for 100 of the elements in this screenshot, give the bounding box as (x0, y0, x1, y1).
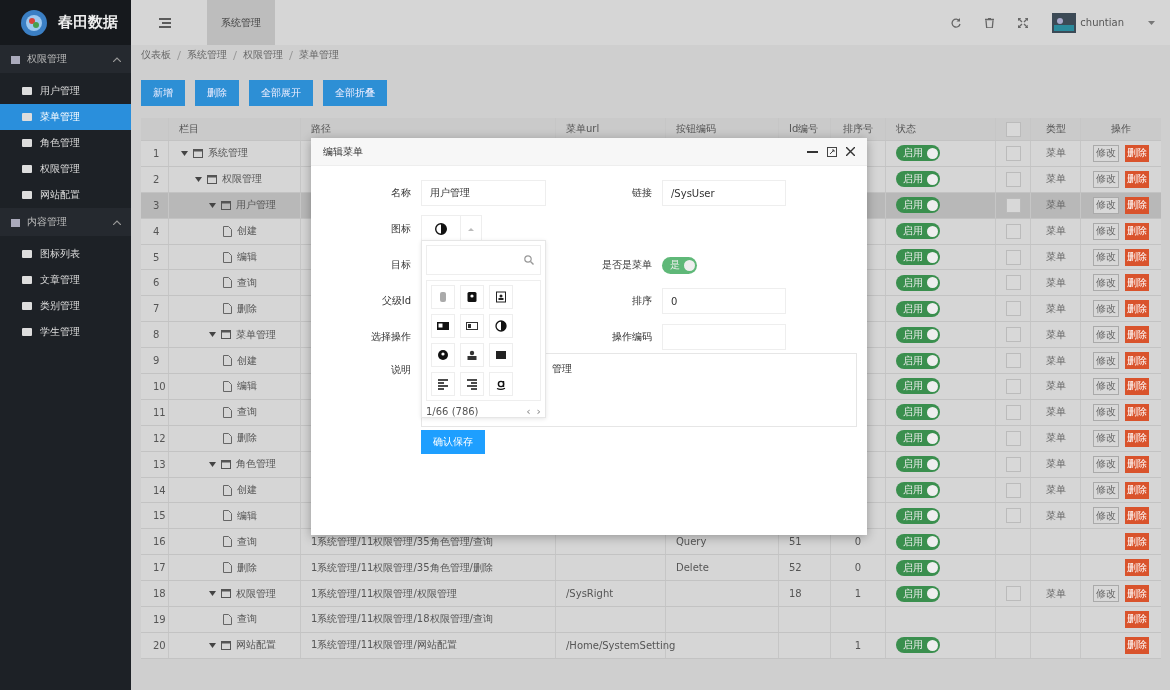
expand-caret-icon[interactable] (209, 202, 216, 208)
row-checkbox[interactable] (1005, 223, 1021, 239)
status-toggle[interactable]: 启用 (896, 326, 940, 343)
edit-button[interactable]: 修改 (1093, 377, 1119, 395)
refresh-icon[interactable] (951, 17, 962, 28)
table-row[interactable]: 20 网站配置 1系统管理/11权限管理/网站配置 /Home/SystemSetting 1 启用 删除 (141, 632, 1161, 659)
delete-button[interactable]: 删除 (1125, 170, 1149, 188)
edit-button[interactable]: 修改 (1093, 429, 1119, 447)
delete-button[interactable]: 删除 (1125, 636, 1149, 654)
status-toggle[interactable]: 启用 (896, 482, 940, 498)
row-checkbox[interactable] (1005, 353, 1021, 369)
row-checkbox[interactable] (1005, 378, 1021, 394)
previous-page-link[interactable]: ‹ (526, 404, 531, 418)
menu-icon[interactable] (159, 17, 171, 28)
delete-button[interactable]: 删除 (1125, 326, 1149, 344)
toolbar-button[interactable]: 全部展开 (249, 80, 313, 106)
status-toggle[interactable]: 启用 (896, 404, 940, 421)
maximize-icon[interactable] (827, 146, 837, 157)
expand-caret-icon[interactable] (209, 461, 216, 467)
delete-button[interactable]: 删除 (1125, 248, 1149, 266)
sidebar-item[interactable]: 文章管理 (0, 267, 131, 293)
caret-icon[interactable] (1148, 20, 1155, 25)
trash-icon[interactable] (985, 17, 995, 28)
edit-button[interactable]: 修改 (1093, 585, 1119, 603)
row-checkbox[interactable] (1005, 404, 1021, 420)
breadcrumb-link[interactable]: 菜单管理 (299, 48, 339, 62)
delete-button[interactable]: 删除 (1125, 610, 1149, 628)
delete-button[interactable]: 删除 (1125, 274, 1149, 292)
icon-option[interactable] (460, 285, 484, 309)
expand-caret-icon[interactable] (181, 150, 188, 156)
sidebar-item[interactable]: 网站配置 (0, 182, 131, 208)
edit-button[interactable]: 修改 (1093, 403, 1119, 421)
delete-button[interactable]: 删除 (1125, 507, 1149, 525)
edit-button[interactable]: 修改 (1093, 352, 1119, 370)
sidebar-group[interactable]: 内容管理 (0, 208, 131, 236)
icon-option[interactable] (431, 372, 455, 396)
icon-option[interactable] (460, 314, 484, 338)
toolbar-button[interactable]: 全部折叠 (323, 80, 387, 106)
sidebar-item[interactable]: 类别管理 (0, 293, 131, 319)
row-checkbox[interactable] (1005, 586, 1021, 602)
delete-button[interactable]: 删除 (1125, 559, 1149, 577)
row-checkbox[interactable] (1005, 275, 1021, 291)
status-toggle[interactable]: 启用 (896, 274, 940, 291)
status-toggle[interactable]: 启用 (896, 145, 940, 162)
status-toggle[interactable]: 启用 (896, 352, 940, 369)
row-checkbox[interactable] (1005, 456, 1021, 472)
table-row[interactable]: 17 删除 1系统管理/11权限管理/35角色管理/删除 Delete 52 0 启用 删除 (141, 555, 1161, 582)
menu-toggle[interactable]: 是 (662, 256, 697, 274)
status-toggle[interactable]: 启用 (896, 223, 940, 240)
icon-option[interactable] (460, 372, 484, 396)
expand-caret-icon[interactable] (209, 642, 216, 648)
status-toggle[interactable]: 启用 (896, 171, 940, 188)
status-toggle[interactable]: 启用 (896, 585, 940, 602)
row-checkbox[interactable] (1005, 327, 1021, 343)
close-icon[interactable] (846, 147, 855, 156)
table-row[interactable]: 18 权限管理 1系统管理/11权限管理/权限管理 /SysRight 18 1 启用 菜单 修改 删除 (141, 581, 1161, 608)
fullscreen-icon[interactable] (1018, 17, 1029, 28)
status-toggle[interactable]: 启用 (896, 559, 940, 576)
icon-option[interactable] (489, 343, 513, 367)
expand-caret-icon[interactable] (209, 332, 216, 338)
sidebar-item[interactable]: 图标列表 (0, 241, 131, 267)
icon-option[interactable] (489, 314, 513, 338)
row-checkbox[interactable] (1005, 145, 1021, 161)
status-toggle[interactable]: 启用 (896, 533, 940, 550)
sidebar-item[interactable]: 用户管理 (0, 78, 131, 104)
row-checkbox[interactable] (1005, 171, 1021, 187)
select-all-checkbox[interactable] (1005, 121, 1021, 137)
breadcrumb-link[interactable]: 系统管理 (187, 48, 227, 62)
edit-button[interactable]: 修改 (1093, 455, 1119, 473)
row-checkbox[interactable] (1005, 249, 1021, 265)
status-toggle[interactable]: 启用 (896, 456, 940, 473)
link-field[interactable]: /SysUser (662, 180, 786, 206)
delete-button[interactable]: 删除 (1125, 481, 1149, 499)
icon-option[interactable] (431, 314, 455, 338)
delete-button[interactable]: 删除 (1125, 403, 1149, 421)
sort-field[interactable]: 0 (662, 288, 786, 314)
icon-option[interactable] (460, 343, 484, 367)
status-toggle[interactable]: 启用 (896, 507, 940, 524)
edit-button[interactable]: 修改 (1093, 170, 1119, 188)
name-field[interactable]: 用户管理 (421, 180, 546, 206)
icon-option[interactable] (489, 372, 513, 396)
next-page-link[interactable]: › (536, 404, 541, 418)
delete-button[interactable]: 删除 (1125, 144, 1149, 162)
row-checkbox[interactable] (1005, 301, 1021, 317)
edit-button[interactable]: 修改 (1093, 144, 1119, 162)
delete-button[interactable]: 删除 (1125, 222, 1149, 240)
delete-button[interactable]: 删除 (1125, 196, 1149, 214)
toolbar-button[interactable]: 新增 (141, 80, 185, 106)
edit-button[interactable]: 修改 (1093, 507, 1119, 525)
delete-button[interactable]: 删除 (1125, 300, 1149, 318)
avatar-icon[interactable] (1052, 12, 1077, 33)
delete-button[interactable]: 删除 (1125, 533, 1149, 551)
sidebar-item[interactable]: 菜单管理 (0, 104, 131, 130)
edit-button[interactable]: 修改 (1093, 326, 1119, 344)
toolbar-button[interactable]: 删除 (195, 80, 239, 106)
status-toggle[interactable]: 启用 (896, 430, 940, 447)
delete-button[interactable]: 删除 (1125, 377, 1149, 395)
sidebar-group[interactable]: 权限管理 (0, 45, 131, 73)
status-toggle[interactable]: 启用 (896, 249, 940, 265)
row-checkbox[interactable] (1005, 430, 1021, 446)
